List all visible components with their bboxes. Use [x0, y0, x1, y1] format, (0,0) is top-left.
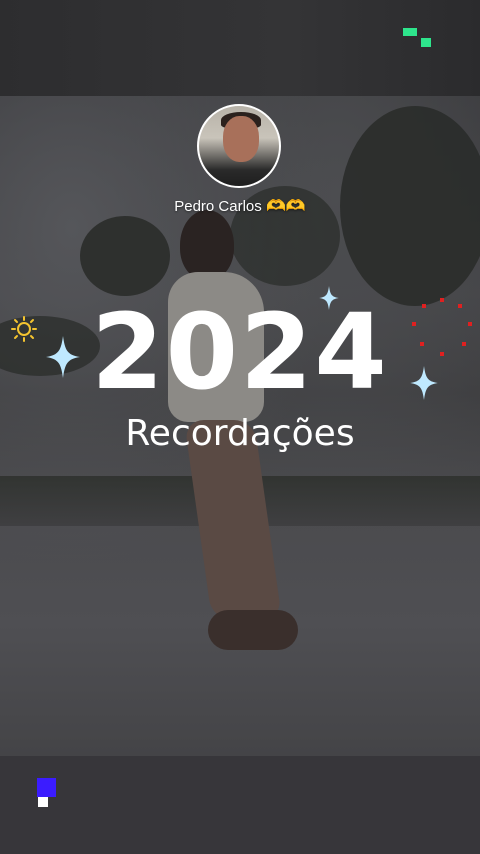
- person-feet: [208, 610, 298, 650]
- person-head: [180, 210, 234, 280]
- author-name: Pedro Carlos: [174, 198, 262, 215]
- pixel-blocks-icon: [421, 38, 431, 47]
- pixel-blocks-icon: [37, 778, 56, 797]
- author-avatar[interactable]: [197, 104, 281, 188]
- top-band: [0, 0, 480, 96]
- pixel-blocks-icon: [403, 28, 417, 36]
- avatar-face: [223, 116, 259, 162]
- tree-shape: [80, 216, 170, 296]
- hands-heart-icon: 🫶🫶: [265, 198, 306, 215]
- author-label[interactable]: Pedro Carlos 🫶🫶: [0, 196, 480, 216]
- bottom-band: [0, 756, 480, 854]
- year-title: 2024: [91, 291, 389, 413]
- recap-subtitle: Recordações: [125, 413, 355, 454]
- pixel-blocks-icon: [38, 797, 48, 807]
